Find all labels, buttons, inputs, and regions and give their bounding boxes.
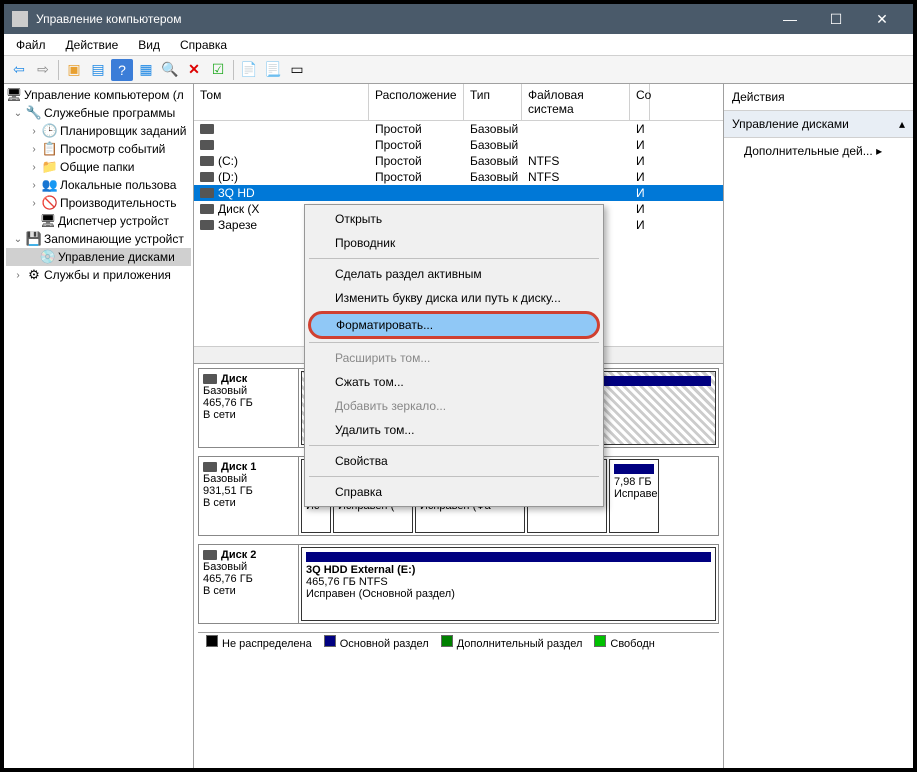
- ctx-help[interactable]: Справка: [307, 480, 601, 504]
- back-button[interactable]: ⇦: [8, 59, 30, 81]
- tree-scheduler[interactable]: ›🕒Планировщик заданий: [6, 122, 191, 140]
- ctx-active[interactable]: Сделать раздел активным: [307, 262, 601, 286]
- context-menu: Открыть Проводник Сделать раздел активны…: [304, 204, 604, 507]
- close-button[interactable]: ✕: [859, 4, 905, 34]
- ctx-delete[interactable]: Удалить том...: [307, 418, 601, 442]
- tree-storage[interactable]: ⌄💾Запоминающие устройст: [6, 230, 191, 248]
- delete-button[interactable]: ✕: [183, 59, 205, 81]
- forward-button[interactable]: ⇨: [32, 59, 54, 81]
- col-layout[interactable]: Расположение: [369, 84, 464, 120]
- ctx-explorer[interactable]: Проводник: [307, 231, 601, 255]
- actions-more[interactable]: Дополнительные дей... ▸: [724, 138, 913, 164]
- disk-icon: [200, 156, 214, 166]
- tree-shared[interactable]: ›📁Общие папки: [6, 158, 191, 176]
- actions-panel: Действия Управление дисками▴ Дополнитель…: [723, 84, 913, 768]
- col-fs[interactable]: Файловая система: [522, 84, 630, 120]
- col-type[interactable]: Тип: [464, 84, 522, 120]
- volume-header: Том Расположение Тип Файловая система Со: [194, 84, 723, 121]
- ctx-extend: Расширить том...: [307, 346, 601, 370]
- actions-diskmgmt[interactable]: Управление дисками▴: [724, 111, 913, 138]
- window-title: Управление компьютером: [36, 12, 767, 26]
- tool-button-5[interactable]: 📃: [262, 59, 284, 81]
- chevron-right-icon: ▸: [876, 144, 882, 158]
- legend: Не распределена Основной раздел Дополнит…: [198, 632, 719, 652]
- minimize-button[interactable]: —: [767, 4, 813, 34]
- disk-icon: [200, 172, 214, 182]
- ctx-mirror: Добавить зеркало...: [307, 394, 601, 418]
- disk-icon: [200, 220, 214, 230]
- tree-utilities[interactable]: ⌄🔧Служебные программы: [6, 104, 191, 122]
- ctx-shrink[interactable]: Сжать том...: [307, 370, 601, 394]
- volume-row[interactable]: (D:)ПростойБазовыйNTFSИ: [194, 169, 723, 185]
- disk1-part[interactable]: 7,98 ГБИсправе: [609, 459, 659, 533]
- disk-icon: [200, 188, 214, 198]
- view-button[interactable]: ▤: [87, 59, 109, 81]
- disk-icon: [200, 140, 214, 150]
- tree-diskmgmt[interactable]: 💿Управление дисками: [6, 248, 191, 266]
- tree-events[interactable]: ›📋Просмотр событий: [6, 140, 191, 158]
- menu-file[interactable]: Файл: [8, 36, 54, 54]
- titlebar: Управление компьютером — ☐ ✕: [4, 4, 913, 34]
- ctx-letter[interactable]: Изменить букву диска или путь к диску...: [307, 286, 601, 310]
- menu-action[interactable]: Действие: [58, 36, 127, 54]
- app-icon: [12, 11, 28, 27]
- collapse-icon: ▴: [899, 117, 905, 131]
- disk-info-1: Диск 1 Базовый 931,51 ГБ В сети: [199, 457, 299, 535]
- volume-row[interactable]: 3Q HDИ: [194, 185, 723, 201]
- tool-button-6[interactable]: ▭: [286, 59, 308, 81]
- toolbar: ⇦ ⇨ ▣ ▤ ? ▦ 🔍 ✕ ☑ 📄 📃 ▭: [4, 56, 913, 84]
- disk-row-2: Диск 2 Базовый 465,76 ГБ В сети 3Q HDD E…: [198, 544, 719, 624]
- tool-button-3[interactable]: ☑: [207, 59, 229, 81]
- tree-perf[interactable]: ›🚫Производительность: [6, 194, 191, 212]
- tool-button-1[interactable]: ▦: [135, 59, 157, 81]
- tree-devmgr[interactable]: 🖥Диспетчер устройст: [6, 212, 191, 230]
- maximize-button[interactable]: ☐: [813, 4, 859, 34]
- tree-users[interactable]: ›👥Локальные пользова: [6, 176, 191, 194]
- disk-info-2: Диск 2 Базовый 465,76 ГБ В сети: [199, 545, 299, 623]
- ctx-props[interactable]: Свойства: [307, 449, 601, 473]
- volume-row[interactable]: (C:)ПростойБазовыйNTFSИ: [194, 153, 723, 169]
- volume-row[interactable]: ПростойБазовыйИ: [194, 121, 723, 137]
- show-hide-button[interactable]: ▣: [63, 59, 85, 81]
- actions-header: Действия: [724, 84, 913, 111]
- menu-help[interactable]: Справка: [172, 36, 235, 54]
- tree-panel: 🖥Управление компьютером (л ⌄🔧Служебные п…: [4, 84, 194, 768]
- col-status[interactable]: Со: [630, 84, 650, 120]
- ctx-format[interactable]: Форматировать...: [308, 311, 600, 339]
- volume-row[interactable]: ПростойБазовыйИ: [194, 137, 723, 153]
- tool-button-2[interactable]: 🔍: [159, 59, 181, 81]
- disk-icon: [200, 124, 214, 134]
- tree-root[interactable]: 🖥Управление компьютером (л: [6, 86, 191, 104]
- disk-icon: [200, 204, 214, 214]
- window-controls: — ☐ ✕: [767, 4, 905, 34]
- disk2-part[interactable]: 3Q HDD External (E:) 465,76 ГБ NTFS Испр…: [301, 547, 716, 621]
- menubar: Файл Действие Вид Справка: [4, 34, 913, 56]
- tool-button-4[interactable]: 📄: [238, 59, 260, 81]
- tree-services[interactable]: ›⚙Службы и приложения: [6, 266, 191, 284]
- ctx-open[interactable]: Открыть: [307, 207, 601, 231]
- disk-info-0: Диск Базовый 465,76 ГБ В сети: [199, 369, 299, 447]
- menu-view[interactable]: Вид: [130, 36, 168, 54]
- help-button[interactable]: ?: [111, 59, 133, 81]
- col-volume[interactable]: Том: [194, 84, 369, 120]
